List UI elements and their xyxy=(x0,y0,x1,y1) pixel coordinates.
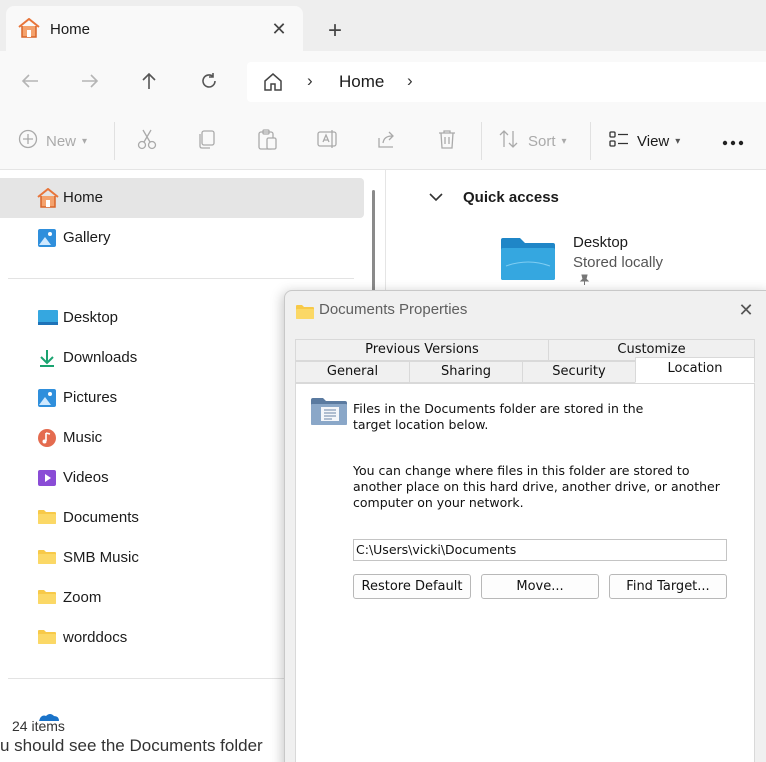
new-button[interactable]: New ▾ xyxy=(18,127,87,155)
sidebar-item-home[interactable]: Home xyxy=(0,178,364,218)
location-info-text: Files in the Documents folder are stored… xyxy=(353,401,644,432)
sidebar-scrollbar[interactable] xyxy=(372,190,375,300)
pane-divider[interactable] xyxy=(385,170,386,290)
background-page-text: u should see the Documents folder xyxy=(0,734,284,762)
paste-icon xyxy=(256,128,278,154)
rename-icon xyxy=(316,128,338,154)
chevron-down-icon: ▾ xyxy=(82,135,88,147)
back-arrow-icon[interactable] xyxy=(16,67,44,95)
sidebar-item-label: Downloads xyxy=(63,349,138,366)
tab-location[interactable]: Location xyxy=(635,357,755,383)
refresh-icon[interactable] xyxy=(195,67,223,95)
copy-icon xyxy=(196,128,218,154)
share-icon xyxy=(376,128,398,154)
home-icon xyxy=(37,187,59,208)
tab-home[interactable]: Home ✕ xyxy=(6,6,303,51)
videos-icon xyxy=(37,468,57,488)
quick-access-desktop-subtitle: Stored locally xyxy=(573,254,664,271)
tab-title: Home xyxy=(50,21,91,38)
folder-icon xyxy=(37,628,57,648)
pin-icon xyxy=(578,274,590,289)
view-list-icon xyxy=(609,130,629,152)
navigation-bar: › Home › xyxy=(0,51,766,111)
folder-icon xyxy=(295,303,315,325)
sort-button[interactable]: Sort ▾ xyxy=(498,127,567,155)
breadcrumb-home[interactable]: Home xyxy=(339,72,384,92)
gallery-icon xyxy=(37,228,57,248)
tab-security[interactable]: Security xyxy=(522,361,636,383)
ellipsis-icon xyxy=(722,133,744,150)
folder-icon xyxy=(37,508,57,528)
sidebar-item-label: Desktop xyxy=(63,309,119,326)
sidebar-item-label: worddocs xyxy=(63,629,128,646)
quick-access-desktop-name[interactable]: Desktop xyxy=(573,234,628,251)
chevron-right-icon[interactable]: › xyxy=(407,71,413,91)
sort-label: Sort xyxy=(528,132,556,150)
home-icon xyxy=(18,17,40,42)
find-target-button[interactable]: Find Target... xyxy=(609,574,727,599)
sidebar-item-label: Music xyxy=(63,429,103,446)
dialog-title: Documents Properties xyxy=(319,301,468,318)
sidebar-item-label: Videos xyxy=(63,469,109,486)
cut-icon xyxy=(136,128,158,154)
add-icon xyxy=(18,129,38,153)
folder-icon xyxy=(37,548,57,568)
close-icon[interactable]: ✕ xyxy=(735,299,757,321)
close-tab-icon[interactable]: ✕ xyxy=(268,18,290,40)
delete-button[interactable] xyxy=(436,127,458,155)
documents-properties-dialog: Documents Properties ✕ Previous Versions… xyxy=(284,290,766,762)
tab-previous-versions[interactable]: Previous Versions xyxy=(295,339,549,361)
folder-icon xyxy=(37,588,57,608)
chevron-right-icon[interactable]: › xyxy=(307,71,313,91)
documents-folder-icon xyxy=(310,396,348,430)
paste-button[interactable] xyxy=(256,127,278,155)
sidebar-item-gallery[interactable]: Gallery xyxy=(0,218,364,258)
sidebar-item-label: Pictures xyxy=(63,389,118,406)
quick-access-heading[interactable]: Quick access xyxy=(463,189,559,206)
pictures-icon xyxy=(37,388,57,408)
up-arrow-icon[interactable] xyxy=(135,67,163,95)
chevron-down-icon[interactable] xyxy=(428,190,444,207)
location-change-text: You can change where files in this folde… xyxy=(353,463,720,510)
toolbar-divider xyxy=(590,122,591,160)
chevron-down-icon: ▾ xyxy=(675,135,681,147)
sidebar-item-label: Zoom xyxy=(63,589,102,606)
rename-button[interactable] xyxy=(316,127,338,155)
tab-general[interactable]: General xyxy=(295,361,410,383)
address-bar[interactable]: › Home › xyxy=(247,62,766,102)
sidebar-item-label: Home xyxy=(63,189,104,206)
sidebar-divider xyxy=(8,278,354,279)
toolbar-divider xyxy=(114,122,115,160)
location-path-field[interactable]: C:\Users\vicki\Documents xyxy=(353,539,727,561)
copy-button[interactable] xyxy=(196,127,218,155)
desktop-folder-icon[interactable] xyxy=(500,236,556,286)
sidebar-item-label: Gallery xyxy=(63,229,111,246)
sidebar-item-label: SMB Music xyxy=(63,549,139,566)
download-icon xyxy=(37,348,57,368)
desktop-icon xyxy=(37,308,58,328)
move-button[interactable]: Move... xyxy=(481,574,599,599)
trash-icon xyxy=(436,128,458,154)
more-options-button[interactable] xyxy=(722,127,744,155)
forward-arrow-icon[interactable] xyxy=(76,67,104,95)
new-tab-button[interactable]: + xyxy=(322,17,348,44)
status-item-count: 24 items xyxy=(12,718,65,734)
sidebar-item-label: Documents xyxy=(63,509,139,526)
toolbar-divider xyxy=(481,122,482,160)
view-label: View xyxy=(637,132,670,150)
chevron-down-icon: ▾ xyxy=(561,135,567,147)
music-icon xyxy=(37,428,57,448)
tab-strip: Home ✕ + xyxy=(0,0,766,51)
cut-button[interactable] xyxy=(136,127,158,155)
new-label: New xyxy=(46,132,77,150)
location-tab-panel: Files in the Documents folder are stored… xyxy=(295,383,755,762)
view-button[interactable]: View ▾ xyxy=(609,127,680,155)
share-button[interactable] xyxy=(376,127,398,155)
sort-icon xyxy=(498,129,520,153)
background-page-line: u should see the Documents folder xyxy=(0,736,263,755)
restore-default-button[interactable]: Restore Default xyxy=(353,574,471,599)
tab-sharing[interactable]: Sharing xyxy=(409,361,523,383)
home-icon[interactable] xyxy=(263,72,283,96)
